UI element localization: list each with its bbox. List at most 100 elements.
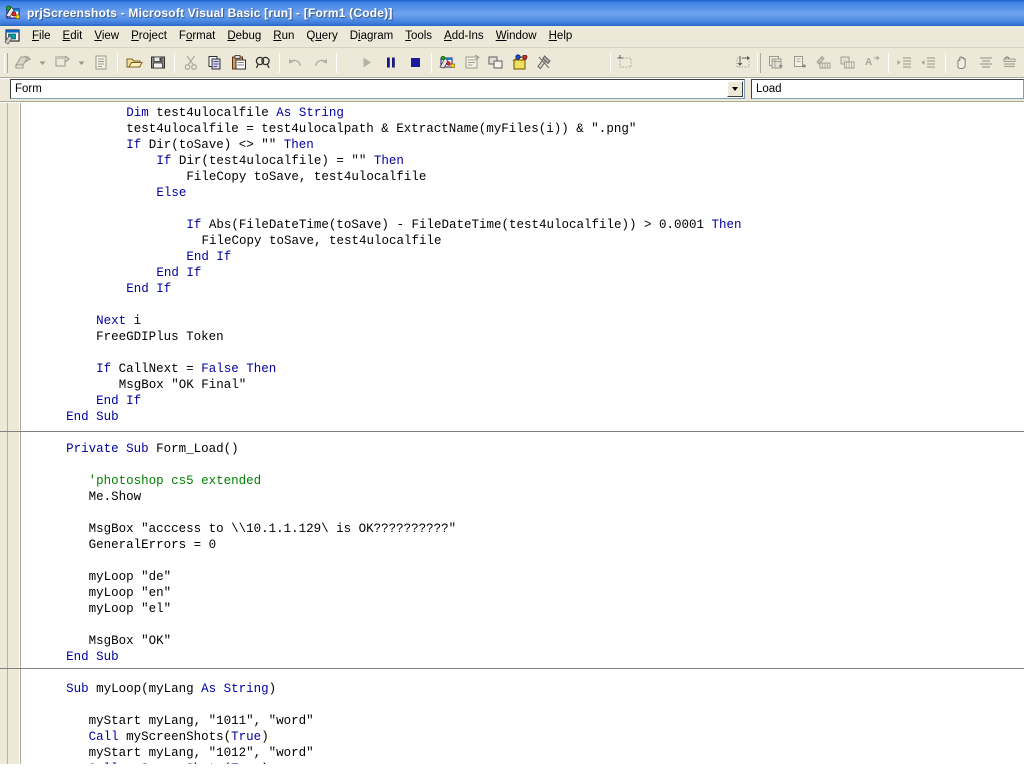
menu-item-window[interactable]: Window: [490, 27, 543, 46]
code-line: If Dir(test4ulocalfile) = "" Then: [156, 154, 404, 168]
save-project-icon[interactable]: [146, 51, 170, 75]
menu-item-project[interactable]: Project: [125, 27, 173, 46]
code-line: test4ulocalfile = test4ulocalpath & Extr…: [126, 122, 637, 136]
toolbar-separator: [945, 52, 947, 73]
add-form-dropdown-icon[interactable]: [74, 51, 89, 75]
toolbar-grip[interactable]: [757, 52, 762, 73]
code-line: Call myScreenShots(True): [89, 761, 269, 764]
procedure-combo-box[interactable]: Load: [751, 79, 1024, 99]
standard-toolbar: A: [0, 48, 1024, 79]
procedure-combo-value: Load: [756, 83, 782, 95]
position-indicator: [615, 51, 639, 75]
code-line: End If: [126, 282, 172, 296]
find-icon[interactable]: [251, 51, 275, 75]
toolbar-separator: [174, 52, 175, 73]
code-line: myStart myLang, "1012", "word": [88, 746, 314, 760]
code-text-area[interactable]: Dim test4ulocalfile As String test4ulocal…: [22, 103, 1024, 764]
code-line: End If: [186, 250, 232, 264]
margin-indicator-bar[interactable]: [0, 103, 21, 764]
menu-item-view[interactable]: View: [88, 27, 125, 46]
menu-item-run[interactable]: Run: [267, 27, 300, 46]
cut-icon[interactable]: [179, 51, 203, 75]
redo-icon[interactable]: [308, 51, 332, 75]
pan-hand-icon[interactable]: [950, 51, 974, 75]
svg-text:A: A: [865, 57, 872, 68]
chevron-down-icon[interactable]: [727, 81, 743, 97]
code-line: MsgBox "OK Final": [118, 378, 247, 392]
code-line: Next i: [96, 314, 142, 328]
break-icon[interactable]: [379, 51, 403, 75]
code-line: myLoop "en": [88, 586, 172, 600]
menu-item-help[interactable]: Help: [543, 27, 579, 46]
sort-az-icon[interactable]: A: [860, 51, 884, 75]
menu-item-file[interactable]: File: [26, 27, 57, 46]
menu-item-tools[interactable]: Tools: [399, 27, 438, 46]
code-line: FreeGDIPlus Token: [96, 330, 224, 344]
end-icon[interactable]: [403, 51, 427, 75]
project-explorer-icon[interactable]: [436, 51, 460, 75]
add-form-icon[interactable]: [50, 51, 74, 75]
code-editor-pane[interactable]: Dim test4ulocalfile As String test4ulocal…: [0, 102, 1024, 764]
code-line: FileCopy toSave, test4ulocalfile: [201, 234, 442, 248]
code-line: If Abs(FileDateTime(toSave) - FileDateTi…: [186, 218, 742, 232]
menu-item-edit[interactable]: Edit: [57, 27, 89, 46]
add-project-icon[interactable]: [11, 51, 35, 75]
database-window-icon[interactable]: [836, 51, 860, 75]
code-line: Sub myLoop(myLang As String): [66, 682, 277, 696]
code-line: If Dir(toSave) <> "" Then: [126, 138, 314, 152]
object-combo-box[interactable]: Form: [10, 79, 745, 99]
toolbar-separator: [336, 52, 337, 73]
menu-bar: File Edit View Project Format Debug Run Query Di…: [0, 26, 1024, 48]
code-line: GeneralErrors = 0: [88, 538, 217, 552]
paste-icon[interactable]: [227, 51, 251, 75]
toolbar-separator: [430, 52, 432, 73]
code-line: End If: [96, 394, 142, 408]
menu-item-debug[interactable]: Debug: [221, 27, 267, 46]
code-line: Call myScreenShots(True): [88, 730, 269, 744]
copy-icon[interactable]: [203, 51, 227, 75]
code-line: Me.Show: [88, 490, 142, 504]
menu-editor-icon[interactable]: [89, 51, 113, 75]
new-view-icon[interactable]: [788, 51, 812, 75]
add-project-dropdown-icon[interactable]: [35, 51, 50, 75]
window-titlebar: prjScreenshots - Microsoft Visual Basic …: [0, 0, 1024, 26]
toolbar-separator: [117, 52, 118, 73]
code-line: Dim test4ulocalfile As String: [126, 106, 344, 120]
code-window-combo-bar: Form Load: [0, 78, 1024, 102]
toolbar-separator: [610, 52, 612, 73]
code-line: Private Sub Form_Load(): [66, 442, 239, 456]
menu-item-query[interactable]: Query: [300, 27, 343, 46]
size-indicator: [731, 51, 755, 75]
menu-item-add-ins[interactable]: Add-Ins: [438, 27, 490, 46]
outdent-icon[interactable]: [917, 51, 941, 75]
vb-form-icon[interactable]: [4, 29, 22, 45]
undo-icon[interactable]: [284, 51, 308, 75]
procedure-separator: [0, 668, 1024, 669]
code-line: If CallNext = False Then: [96, 362, 277, 376]
design-table-icon[interactable]: [812, 51, 836, 75]
code-line: myStart myLang, "1011", "word": [88, 714, 314, 728]
toolbar-separator: [888, 52, 890, 73]
window-title: prjScreenshots - Microsoft Visual Basic …: [27, 6, 393, 20]
toolbox-icon[interactable]: [532, 51, 556, 75]
menu-item-diagram[interactable]: Diagram: [344, 27, 399, 46]
indent-icon[interactable]: [893, 51, 917, 75]
code-line: FileCopy toSave, test4ulocalfile: [186, 170, 427, 184]
align-text-icon[interactable]: [974, 51, 998, 75]
menu-item-format[interactable]: Format: [173, 27, 221, 46]
open-project-icon[interactable]: [122, 51, 146, 75]
show-panes-icon[interactable]: [998, 51, 1022, 75]
properties-window-icon[interactable]: [460, 51, 484, 75]
form-layout-window-icon[interactable]: [484, 51, 508, 75]
vb-project-icon: [4, 4, 22, 22]
code-line: myLoop "el": [88, 602, 172, 616]
code-line: MsgBox "acccess to \\10.1.1.129\ is OK??…: [88, 522, 457, 536]
code-line: MsgBox "OK": [88, 634, 172, 648]
object-browser-icon[interactable]: [508, 51, 532, 75]
code-line: End If: [156, 266, 202, 280]
code-line: Else: [156, 186, 187, 200]
new-table-icon[interactable]: [764, 51, 788, 75]
toolbar-grip[interactable]: [4, 52, 8, 73]
code-line: End Sub: [66, 410, 119, 424]
start-icon[interactable]: [355, 51, 379, 75]
